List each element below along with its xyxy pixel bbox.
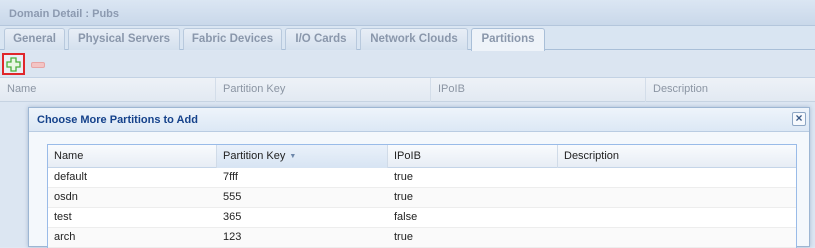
dialog-column-header-description-label: Description	[564, 150, 620, 162]
table-row[interactable]: default 7fff true	[48, 168, 796, 188]
cell-description	[558, 168, 564, 188]
tab-fabric-devices[interactable]: Fabric Devices	[183, 28, 282, 50]
dialog-column-header-ipoib-label: IPoIB	[394, 150, 421, 162]
window-title: Domain Detail : Pubs	[9, 8, 120, 20]
tab-general[interactable]: General	[4, 28, 65, 50]
partitions-grid-header: Name Partition Key IPoIB Description	[0, 78, 815, 102]
cell-name: default	[54, 171, 88, 183]
dialog-column-header-description[interactable]: Description	[558, 145, 796, 168]
table-row[interactable]: arch 123 true	[48, 228, 796, 248]
dialog-column-header-ipoib[interactable]: IPoIB	[388, 145, 558, 168]
table-row[interactable]: osdn 555 true	[48, 188, 796, 208]
cell-description	[558, 228, 564, 248]
column-header-description[interactable]: Description	[646, 78, 815, 102]
cell-ipoib: true	[394, 231, 413, 243]
column-header-partition-key[interactable]: Partition Key	[216, 78, 431, 102]
window-title-bar: Domain Detail : Pubs	[0, 0, 815, 26]
available-partitions-grid: Name Partition Key ▼ IPoIB Description de…	[47, 144, 797, 248]
tab-physical-servers[interactable]: Physical Servers	[68, 28, 180, 50]
dialog-column-header-name[interactable]: Name	[48, 145, 217, 168]
tab-io-cards[interactable]: I/O Cards	[285, 28, 357, 50]
cell-name: arch	[54, 231, 76, 243]
column-header-name[interactable]: Name	[0, 78, 216, 102]
sort-descending-icon: ▼	[289, 153, 297, 160]
close-icon[interactable]: ×	[792, 112, 806, 126]
cell-name: test	[54, 211, 72, 223]
domain-detail-window: Domain Detail : Pubs General Physical Se…	[0, 0, 815, 248]
column-header-ipoib[interactable]: IPoIB	[431, 78, 646, 102]
add-partition-button[interactable]	[2, 53, 25, 75]
dialog-column-header-partition-key[interactable]: Partition Key ▼	[217, 145, 388, 168]
tab-network-clouds[interactable]: Network Clouds	[360, 28, 468, 50]
dialog-header: Choose More Partitions to Add ×	[29, 108, 809, 132]
add-plus-icon	[6, 57, 21, 72]
cell-name: osdn	[54, 191, 78, 203]
cell-partition-key: 123	[223, 231, 242, 243]
cell-description	[558, 188, 564, 208]
cell-partition-key: 365	[223, 211, 242, 223]
available-grid-header: Name Partition Key ▼ IPoIB Description	[48, 145, 796, 168]
cell-ipoib: true	[394, 191, 413, 203]
cell-ipoib: true	[394, 171, 413, 183]
toolbar	[0, 51, 815, 78]
cell-partition-key: 7fff	[223, 171, 238, 183]
tab-partitions[interactable]: Partitions	[471, 28, 545, 51]
cell-description	[558, 208, 564, 228]
choose-partitions-dialog: Choose More Partitions to Add × Name Par…	[28, 107, 810, 248]
remove-partition-button[interactable]	[31, 62, 45, 68]
tab-strip: General Physical Servers Fabric Devices …	[0, 26, 815, 51]
dialog-column-header-name-label: Name	[54, 150, 84, 162]
dialog-column-header-partition-key-label: Partition Key	[223, 150, 286, 162]
table-row[interactable]: test 365 false	[48, 208, 796, 228]
cell-ipoib: false	[394, 211, 418, 223]
dialog-title: Choose More Partitions to Add	[37, 114, 198, 126]
cell-partition-key: 555	[223, 191, 242, 203]
